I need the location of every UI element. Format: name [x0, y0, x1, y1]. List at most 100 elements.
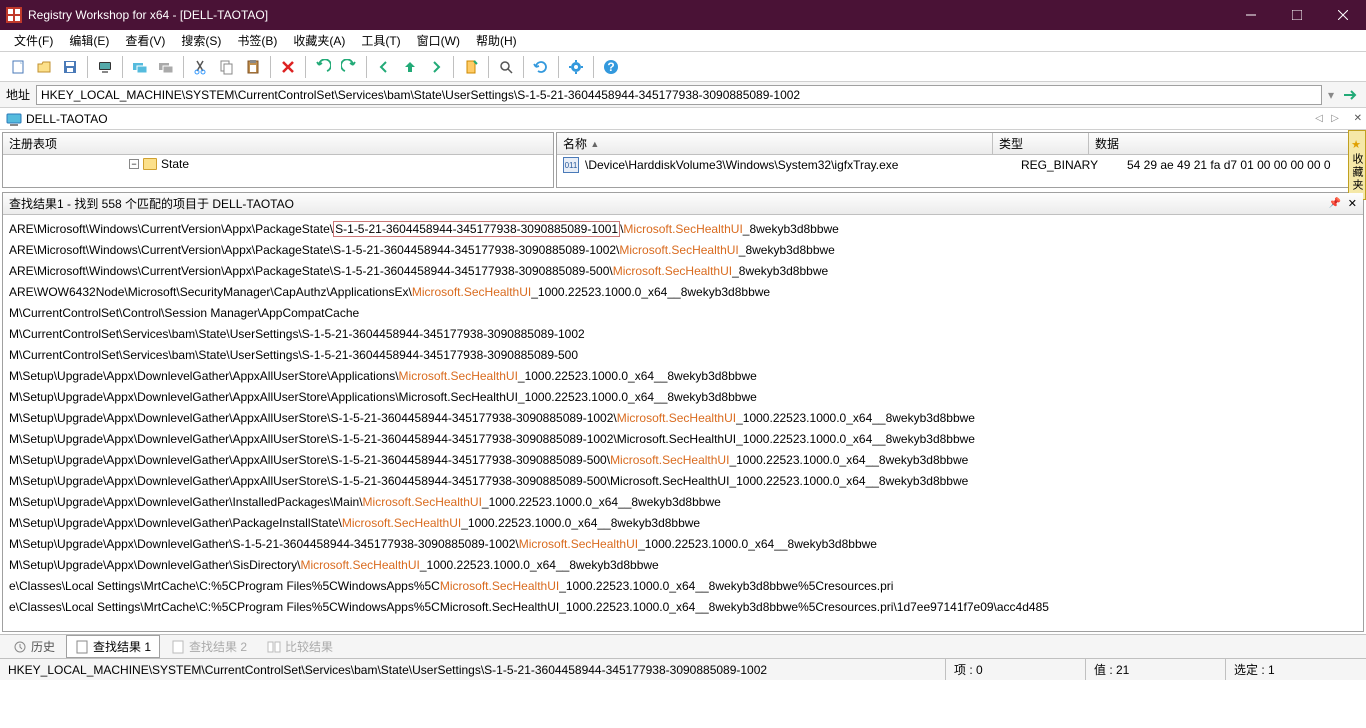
refresh-button[interactable]	[529, 55, 553, 79]
tree-body[interactable]: − State	[3, 155, 553, 187]
title-bar: Registry Workshop for x64 - [DELL-TAOTAO…	[0, 0, 1366, 30]
result-line[interactable]: ARE\Microsoft\Windows\CurrentVersion\App…	[9, 261, 1357, 282]
col-name[interactable]: 名称 ▲	[563, 133, 993, 154]
result-line[interactable]: ARE\Microsoft\Windows\CurrentVersion\App…	[9, 240, 1357, 261]
bookmark-button[interactable]	[459, 55, 483, 79]
new-file-button[interactable]	[6, 55, 30, 79]
menu-文件[interactable]: 文件(F)	[6, 30, 61, 51]
close-results-icon[interactable]: ✕	[1348, 197, 1357, 210]
value-row[interactable]: 011 \Device\HarddiskVolume3\Windows\Syst…	[563, 157, 1357, 173]
paste-button[interactable]	[241, 55, 265, 79]
help-button[interactable]: ?	[599, 55, 623, 79]
results-body[interactable]: ARE\Microsoft\Windows\CurrentVersion\App…	[3, 215, 1363, 631]
result-line[interactable]: e\Classes\Local Settings\MrtCache\C:%5CP…	[9, 576, 1357, 597]
host-bar: DELL-TAOTAO ◁ ▷ ✕	[0, 108, 1366, 130]
close-button[interactable]	[1320, 0, 1366, 30]
toolbar-separator	[558, 56, 559, 78]
dropdown-icon[interactable]: ▾	[1328, 88, 1334, 102]
history-icon	[13, 640, 27, 654]
address-input[interactable]	[36, 85, 1322, 105]
toolbar-separator	[270, 56, 271, 78]
go-button[interactable]	[1340, 85, 1360, 105]
menu-工具[interactable]: 工具(T)	[353, 30, 408, 51]
toolbar-separator	[122, 56, 123, 78]
tab-compare[interactable]: 比较结果	[258, 635, 342, 658]
tree-item[interactable]: − State	[9, 157, 547, 171]
expand-icon[interactable]: −	[129, 159, 139, 169]
result-line[interactable]: ARE\Microsoft\Windows\CurrentVersion\App…	[9, 219, 1357, 240]
back-button[interactable]	[372, 55, 396, 79]
result-line[interactable]: M\Setup\Upgrade\Appx\DownlevelGather\App…	[9, 387, 1357, 408]
folder-icon	[143, 158, 157, 170]
result-line[interactable]: M\Setup\Upgrade\Appx\DownlevelGather\App…	[9, 366, 1357, 387]
connect-button[interactable]	[128, 55, 152, 79]
result-line[interactable]: M\Setup\Upgrade\Appx\DownlevelGather\Pac…	[9, 513, 1357, 534]
result-line[interactable]: M\Setup\Upgrade\Appx\DownlevelGather\Sis…	[9, 555, 1357, 576]
menu-查看[interactable]: 查看(V)	[117, 30, 173, 51]
close-host-icon[interactable]: ✕	[1354, 113, 1362, 124]
up-button[interactable]	[398, 55, 422, 79]
tab-results-1[interactable]: 查找结果 1	[66, 635, 160, 658]
redo-button[interactable]	[337, 55, 361, 79]
toolbar-separator	[87, 56, 88, 78]
menu-编辑[interactable]: 编辑(E)	[61, 30, 117, 51]
result-line[interactable]: M\Setup\Upgrade\Appx\DownlevelGather\App…	[9, 450, 1357, 471]
delete-button[interactable]	[276, 55, 300, 79]
menu-窗口[interactable]: 窗口(W)	[409, 30, 468, 51]
open-button[interactable]	[32, 55, 56, 79]
svg-text:?: ?	[607, 60, 614, 74]
result-line[interactable]: e\Classes\Local Settings\MrtCache\C:%5CP…	[9, 597, 1357, 618]
menu-搜索[interactable]: 搜索(S)	[173, 30, 229, 51]
result-line[interactable]: ARE\WOW6432Node\Microsoft\SecurityManage…	[9, 282, 1357, 303]
minimize-button[interactable]	[1228, 0, 1274, 30]
status-path: HKEY_LOCAL_MACHINE\SYSTEM\CurrentControl…	[0, 659, 946, 680]
favorites-tab[interactable]: 收藏夹	[1348, 130, 1366, 200]
maximize-button[interactable]	[1274, 0, 1320, 30]
undo-button[interactable]	[311, 55, 335, 79]
menu-bar: 文件(F)编辑(E)查看(V)搜索(S)书签(B)收藏夹(A)工具(T)窗口(W…	[0, 30, 1366, 52]
result-line[interactable]: M\CurrentControlSet\Services\bam\State\U…	[9, 345, 1357, 366]
app-icon	[6, 7, 22, 23]
compare-icon	[267, 640, 281, 654]
result-line[interactable]: M\Setup\Upgrade\Appx\DownlevelGather\S-1…	[9, 534, 1357, 555]
result-line[interactable]: M\CurrentControlSet\Control\Session Mana…	[9, 303, 1357, 324]
split-panes: 注册表项 − State 名称 ▲ 类型 数据 011 \Device\Hard…	[0, 130, 1366, 190]
toolbar-separator	[488, 56, 489, 78]
results-header: 查找结果1 - 找到 558 个匹配的项目于 DELL-TAOTAO 📌 ✕	[3, 193, 1363, 215]
status-selected: 选定 : 1	[1226, 659, 1366, 680]
status-values: 值 : 21	[1086, 659, 1226, 680]
result-line[interactable]: M\Setup\Upgrade\Appx\DownlevelGather\Ins…	[9, 492, 1357, 513]
tree-item-label: State	[161, 157, 189, 171]
save-button[interactable]	[58, 55, 82, 79]
nav-prev-icon[interactable]: ◁	[1312, 112, 1326, 126]
toolbar-separator	[305, 56, 306, 78]
disconnect-button[interactable]	[154, 55, 178, 79]
results-title: 查找结果1 - 找到 558 个匹配的项目于 DELL-TAOTAO	[9, 195, 294, 212]
search-button[interactable]	[494, 55, 518, 79]
menu-收藏夹[interactable]: 收藏夹(A)	[285, 30, 353, 51]
result-line[interactable]: M\Setup\Upgrade\Appx\DownlevelGather\App…	[9, 408, 1357, 429]
result-line[interactable]: M\Setup\Upgrade\Appx\DownlevelGather\App…	[9, 471, 1357, 492]
tree-header-label: 注册表项	[9, 135, 57, 152]
nav-next-icon[interactable]: ▷	[1328, 112, 1342, 126]
host-name[interactable]: DELL-TAOTAO	[26, 112, 108, 126]
values-body[interactable]: 011 \Device\HarddiskVolume3\Windows\Syst…	[557, 155, 1363, 187]
tab-results-2[interactable]: 查找结果 2	[162, 635, 256, 658]
copy-button[interactable]	[215, 55, 239, 79]
tab-history[interactable]: 历史	[4, 635, 64, 658]
menu-书签[interactable]: 书签(B)	[229, 30, 285, 51]
local-machine-button[interactable]	[93, 55, 117, 79]
result-line[interactable]: M\CurrentControlSet\Services\bam\State\U…	[9, 324, 1357, 345]
settings-button[interactable]	[564, 55, 588, 79]
col-type[interactable]: 类型	[999, 133, 1089, 154]
pin-icon[interactable]: 📌	[1329, 198, 1341, 209]
col-data[interactable]: 数据	[1095, 135, 1119, 152]
status-items: 项 : 0	[946, 659, 1086, 680]
menu-帮助[interactable]: 帮助(H)	[468, 30, 525, 51]
status-bar: HKEY_LOCAL_MACHINE\SYSTEM\CurrentControl…	[0, 658, 1366, 680]
value-type: REG_BINARY	[1021, 158, 1121, 172]
forward-button[interactable]	[424, 55, 448, 79]
cut-button[interactable]	[189, 55, 213, 79]
result-line[interactable]: M\Setup\Upgrade\Appx\DownlevelGather\App…	[9, 429, 1357, 450]
toolbar-separator	[593, 56, 594, 78]
